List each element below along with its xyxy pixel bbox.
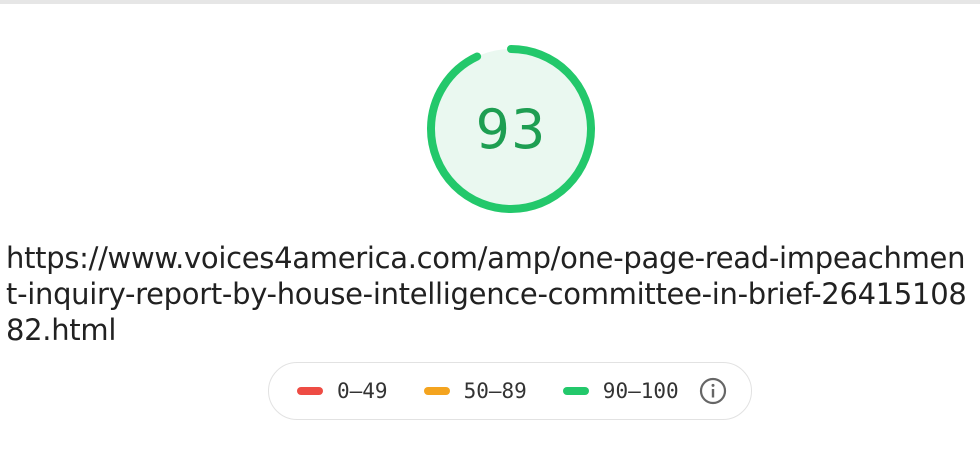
legend-swatch-fail	[297, 387, 323, 395]
legend-label-fail: 0–49	[337, 379, 388, 403]
info-icon[interactable]	[699, 377, 727, 405]
score-gauge: 93	[424, 42, 598, 216]
legend-item-average: 50–89	[423, 379, 527, 403]
legend-swatch-pass	[562, 387, 589, 395]
legend-label-average: 50–89	[463, 379, 527, 403]
legend-item-pass: 90–100	[562, 379, 679, 403]
performance-score: 93	[475, 97, 547, 161]
legend-item-fail: 0–49	[297, 379, 388, 403]
report-url: https://www.voices4america.com/amp/one-p…	[6, 241, 967, 347]
score-legend: 0–49 50–89 90–100	[268, 362, 752, 420]
legend-label-pass: 90–100	[602, 379, 679, 403]
legend-swatch-average	[423, 387, 450, 395]
top-divider	[0, 0, 980, 4]
